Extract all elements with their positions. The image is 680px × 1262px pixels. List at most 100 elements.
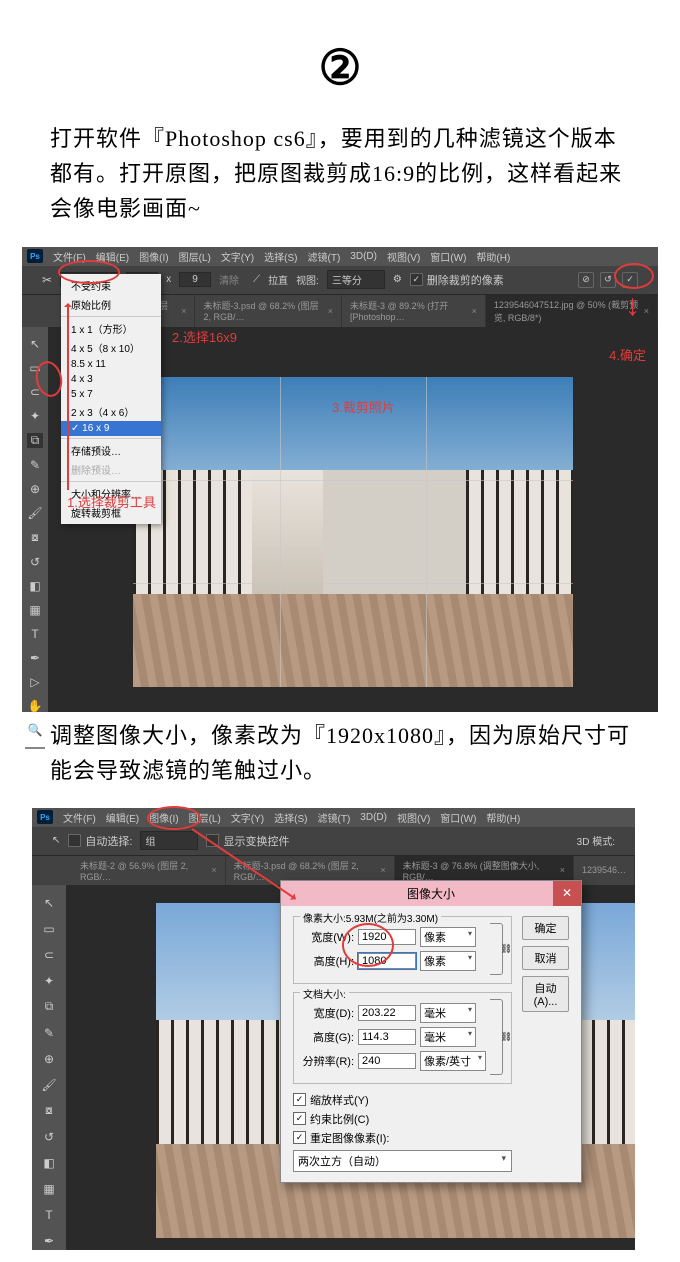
history-brush-icon[interactable]: ↺ bbox=[41, 1129, 57, 1145]
brush-tool-icon[interactable]: 🖌 bbox=[41, 1077, 57, 1093]
eraser-tool-icon[interactable]: ◧ bbox=[27, 579, 43, 593]
gradient-tool-icon[interactable]: ▦ bbox=[27, 603, 43, 617]
resample-method-dropdown[interactable]: 两次立方（自动） bbox=[293, 1150, 512, 1172]
dialog-titlebar[interactable]: 图像大小 ✕ bbox=[281, 881, 581, 906]
pen-tool-icon[interactable]: ✒ bbox=[41, 1233, 57, 1249]
path-tool-icon[interactable]: ▷ bbox=[27, 675, 43, 689]
annotation-2: 2.选择16x9 bbox=[172, 327, 237, 346]
hand-tool-icon[interactable]: ✋ bbox=[27, 699, 43, 713]
resample-checkbox[interactable]: ✓重定图像像素(I): bbox=[293, 1130, 512, 1146]
delete-cropped-checkbox[interactable]: ✓删除裁剪的像素 bbox=[410, 272, 504, 288]
document-tab[interactable]: 1239546… bbox=[574, 856, 635, 885]
pen-tool-icon[interactable]: ✒ bbox=[27, 651, 43, 665]
ok-button[interactable]: 确定 bbox=[522, 916, 569, 940]
heal-tool-icon[interactable]: ⊕ bbox=[27, 482, 43, 496]
preset-5x7[interactable]: 5 x 7 bbox=[61, 387, 161, 402]
eyedropper-tool-icon[interactable]: ✎ bbox=[41, 1025, 57, 1041]
toolbar: ↖ ▭ ⊂ ✦ ⧉ ✎ ⊕ 🖌 ⧇ ↺ ◧ ▦ T ✒ bbox=[32, 885, 66, 1250]
move-tool-icon: ↖ bbox=[52, 835, 60, 846]
menu-help[interactable]: 帮助(H) bbox=[476, 249, 510, 264]
stamp-tool-icon[interactable]: ⧇ bbox=[27, 530, 43, 545]
menu-image[interactable]: 图像(I) bbox=[139, 249, 168, 264]
menu-file[interactable]: 文件(F) bbox=[63, 810, 96, 825]
overlay-view-dropdown[interactable]: 三等分 bbox=[327, 270, 385, 289]
preset-original[interactable]: 原始比例 bbox=[61, 295, 161, 314]
document-tab[interactable]: 未标题-2 @ 56.9% (图层 2, RGB/…× bbox=[72, 856, 226, 885]
lasso-tool-icon[interactable]: ⊂ bbox=[41, 947, 57, 963]
resolution-unit-dropdown[interactable]: 像素/英寸 bbox=[420, 1051, 486, 1071]
doc-height-unit-dropdown[interactable]: 毫米 bbox=[420, 1027, 476, 1047]
preset-1x1[interactable]: 1 x 1（方形） bbox=[61, 319, 161, 338]
preset-4x3[interactable]: 4 x 3 bbox=[61, 372, 161, 387]
width-unit-dropdown[interactable]: 像素 bbox=[420, 927, 476, 947]
constrain-checkbox[interactable]: ✓约束比例(C) bbox=[293, 1111, 512, 1127]
autoselect-checkbox[interactable]: 自动选择: bbox=[68, 833, 132, 849]
move-tool-icon[interactable]: ↖ bbox=[41, 895, 57, 911]
menu-select[interactable]: 选择(S) bbox=[264, 249, 297, 264]
menu-view[interactable]: 视图(V) bbox=[387, 249, 420, 264]
preset-2x3[interactable]: 2 x 3（4 x 6） bbox=[61, 402, 161, 421]
menu-3d[interactable]: 3D(D) bbox=[360, 812, 387, 823]
menu-edit[interactable]: 编辑(E) bbox=[106, 810, 139, 825]
heal-tool-icon[interactable]: ⊕ bbox=[41, 1051, 57, 1067]
crop-preset-menu[interactable]: 不受约束 原始比例 1 x 1（方形） 4 x 5（8 x 10） 8.5 x … bbox=[61, 274, 161, 524]
save-preset[interactable]: 存储预设… bbox=[61, 441, 161, 460]
gear-icon[interactable]: ⚙ bbox=[393, 274, 402, 285]
preset-4x5[interactable]: 4 x 5（8 x 10） bbox=[61, 338, 161, 357]
menu-view[interactable]: 视图(V) bbox=[397, 810, 430, 825]
crop-tool-icon: ✂ bbox=[42, 273, 52, 287]
close-tab-icon[interactable]: × bbox=[181, 306, 186, 316]
photo-preview bbox=[133, 377, 573, 687]
cancel-button[interactable]: 取消 bbox=[522, 946, 569, 970]
menu-type[interactable]: 文字(Y) bbox=[231, 810, 264, 825]
wand-tool-icon[interactable]: ✦ bbox=[27, 409, 43, 423]
crop-tool-icon[interactable]: ⧉ bbox=[27, 433, 43, 448]
stamp-tool-icon[interactable]: ⧇ bbox=[41, 1103, 57, 1119]
crop-tool-icon[interactable]: ⧉ bbox=[41, 999, 57, 1015]
close-tab-icon[interactable]: × bbox=[644, 306, 649, 316]
marquee-tool-icon[interactable]: ▭ bbox=[41, 921, 57, 937]
resolution-input[interactable]: 240 bbox=[358, 1053, 416, 1069]
colors-swatch[interactable] bbox=[25, 747, 45, 749]
auto-button[interactable]: 自动(A)... bbox=[522, 976, 569, 1012]
menu-type[interactable]: 文字(Y) bbox=[221, 249, 254, 264]
eraser-tool-icon[interactable]: ◧ bbox=[41, 1155, 57, 1171]
gradient-tool-icon[interactable]: ▦ bbox=[41, 1181, 57, 1197]
height-unit-dropdown[interactable]: 像素 bbox=[420, 951, 476, 971]
doc-width-unit-dropdown[interactable]: 毫米 bbox=[420, 1003, 476, 1023]
menu-filter[interactable]: 滤镜(T) bbox=[308, 249, 341, 264]
menu-select[interactable]: 选择(S) bbox=[274, 810, 307, 825]
zoom-tool-icon[interactable]: 🔍 bbox=[27, 723, 43, 737]
wand-tool-icon[interactable]: ✦ bbox=[41, 973, 57, 989]
annotation-circle bbox=[58, 260, 120, 284]
scale-styles-checkbox[interactable]: ✓缩放样式(Y) bbox=[293, 1092, 512, 1108]
move-tool-icon[interactable]: ↖ bbox=[27, 337, 43, 351]
menu-window[interactable]: 窗口(W) bbox=[430, 249, 466, 264]
menu-layer[interactable]: 图层(L) bbox=[179, 249, 211, 264]
menu-window[interactable]: 窗口(W) bbox=[440, 810, 476, 825]
preset-16x9[interactable]: 16 x 9 bbox=[61, 421, 161, 436]
history-brush-icon[interactable]: ↺ bbox=[27, 555, 43, 569]
doc-width-input[interactable]: 203.22 bbox=[358, 1005, 416, 1021]
document-tab[interactable]: 未标题-3.psd @ 68.2% (图层 2, RGB/…× bbox=[195, 295, 342, 327]
delete-preset[interactable]: 删除预设… bbox=[61, 460, 161, 479]
menu-filter[interactable]: 滤镜(T) bbox=[318, 810, 351, 825]
document-tab[interactable]: 未标题-3 @ 89.2% (打开 [Photoshop…× bbox=[342, 295, 486, 327]
menu-help[interactable]: 帮助(H) bbox=[486, 810, 520, 825]
eyedropper-tool-icon[interactable]: ✎ bbox=[27, 458, 43, 472]
type-tool-icon[interactable]: T bbox=[41, 1207, 57, 1223]
autoselect-target-dropdown[interactable]: 组 bbox=[140, 831, 198, 850]
close-tab-icon[interactable]: × bbox=[328, 306, 333, 316]
close-icon[interactable]: ✕ bbox=[553, 881, 581, 906]
close-tab-icon[interactable]: × bbox=[472, 306, 477, 316]
type-tool-icon[interactable]: T bbox=[27, 627, 43, 641]
clear-button[interactable]: 清除 bbox=[219, 272, 239, 287]
preset-85x11[interactable]: 8.5 x 11 bbox=[61, 357, 161, 372]
brush-tool-icon[interactable]: 🖌 bbox=[27, 506, 43, 520]
cancel-crop-icon[interactable]: ⊘ bbox=[578, 272, 594, 288]
straighten-icon[interactable]: ⟋ bbox=[253, 274, 260, 285]
crop-height-input[interactable]: 9 bbox=[179, 272, 211, 287]
menu-3d[interactable]: 3D(D) bbox=[350, 251, 377, 262]
x-separator: x bbox=[166, 274, 171, 285]
doc-height-input[interactable]: 114.3 bbox=[358, 1029, 416, 1045]
